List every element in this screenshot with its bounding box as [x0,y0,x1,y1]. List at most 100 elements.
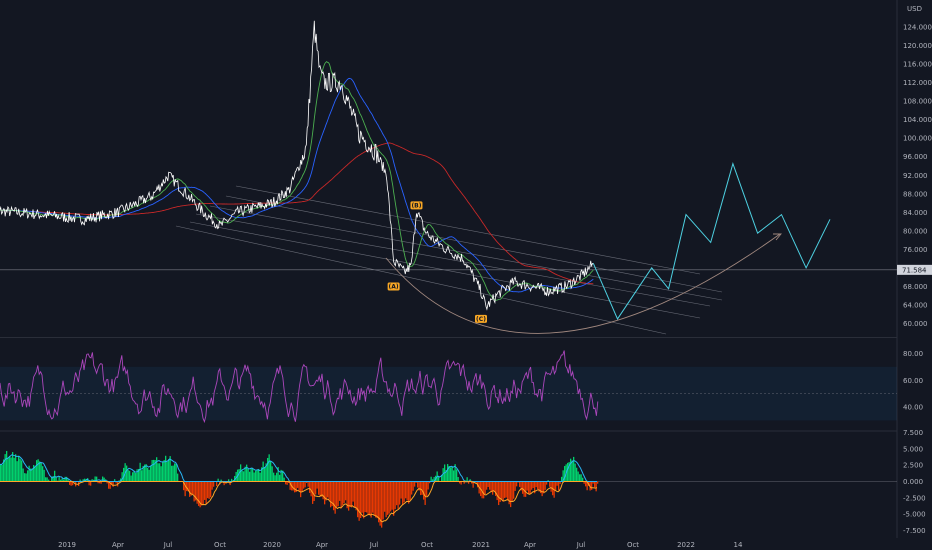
time-tick-label: 2019 [58,541,76,549]
momentum-bar [576,467,578,482]
momentum-bar [363,481,365,519]
momentum-bar [447,464,449,482]
momentum-bar [423,481,425,500]
momentum-bar [174,463,176,482]
time-tick-label: Oct [627,541,639,549]
momentum-bar [585,481,587,487]
momentum-bar [21,460,23,482]
momentum-bar [286,481,288,485]
momentum-bar [574,463,576,482]
momentum-bar [1,464,3,482]
momentum-bar [300,481,302,498]
momentum-bar [205,481,207,505]
momentum-bar [112,481,114,487]
time-tick-label: 2022 [677,541,695,549]
momentum-bar [343,481,345,503]
momentum-bar [141,470,143,482]
momentum-bar [376,481,378,519]
momentum-bar [201,481,203,506]
momentum-bar [393,481,395,516]
momentum-bar [337,481,339,507]
momentum-bar [292,481,294,491]
momentum-bar [519,481,521,488]
momentum-bar [249,471,251,482]
momentum-bar [336,481,338,508]
momentum-bar [163,460,165,482]
momentum-bar [316,481,318,489]
momentum-bar [10,457,12,482]
momentum-bar [162,461,164,482]
momentum-bar [28,465,30,482]
momentum-bar [168,459,170,482]
momentum-bar [591,481,593,490]
price-tick-label: 88.000 [903,190,928,198]
momentum-bar [279,474,281,482]
momentum-bar [150,466,152,482]
rsi-tick-label: 40.00 [903,404,923,412]
momentum-bar [382,481,384,520]
momentum-bar [501,481,503,499]
momentum-bar [396,481,398,506]
momentum-bar [268,454,270,482]
momentum-bar [135,472,137,482]
price-tick-label: 112.000 [903,79,932,87]
momentum-bar [193,481,195,502]
momentum-bar [189,481,191,497]
momentum-bar [303,481,305,489]
time-tick-label: 2020 [263,541,281,549]
momentum-bar [259,472,261,482]
momentum-bar [490,481,492,493]
momentum-bar [370,481,372,518]
momentum-bar [369,481,371,516]
momentum-bar [361,481,363,513]
momentum-bar [325,481,327,501]
momentum-bar [486,481,488,490]
time-tick-label: Oct [421,541,433,549]
momentum-bar [537,481,539,490]
momentum-bar [498,481,500,506]
chart-canvas[interactable]: (A)(B)(C) 60.00064.00068.00072.00076.000… [0,0,932,550]
momentum-bar [12,452,14,482]
momentum-bar [54,470,56,482]
currency-label: USD [907,5,922,13]
price-tick-label: 64.000 [903,301,928,309]
momentum-tick-label: 2.500 [903,462,923,470]
momentum-bar [421,481,423,495]
momentum-bar [372,481,374,513]
momentum-bar [402,481,404,506]
momentum-bar [27,470,29,482]
momentum-bar [595,481,597,492]
momentum-bar [510,481,512,508]
momentum-bar [493,481,495,492]
momentum-bar [544,481,546,490]
momentum-bar [555,481,557,491]
momentum-bar [46,477,48,482]
momentum-bar [136,469,138,482]
momentum-bar [349,481,351,507]
wave-label: (C) [476,316,486,323]
momentum-bar [417,481,419,488]
momentum-bar [202,481,204,505]
momentum-bar [307,481,309,487]
time-tick-label: Apr [316,541,328,549]
momentum-bar [321,481,323,497]
momentum-bar [514,481,516,491]
momentum-bar [129,470,131,482]
momentum-bar [130,475,132,482]
momentum-bar [358,481,360,521]
momentum-bar [340,481,342,509]
price-tick-label: 84.000 [903,209,928,217]
momentum-bar [276,472,278,482]
momentum-bar [355,481,357,511]
momentum-bar [328,481,330,500]
momentum-bar [330,481,332,508]
momentum-bar [273,472,275,482]
momentum-bar [45,477,47,482]
wave-label: (A) [389,283,399,290]
momentum-bar [7,457,9,482]
momentum-bar [550,481,552,492]
momentum-bar [204,481,206,500]
momentum-bar [270,460,272,482]
momentum-bar [256,469,258,482]
momentum-bar [387,481,389,515]
